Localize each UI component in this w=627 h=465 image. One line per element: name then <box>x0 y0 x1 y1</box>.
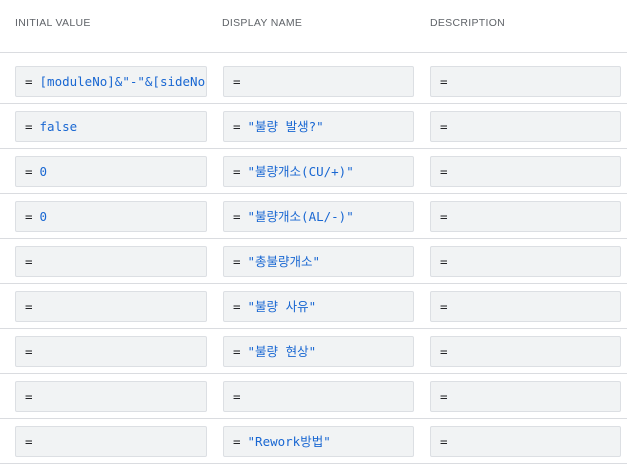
initial-value-field[interactable]: = <box>15 426 207 457</box>
display-name-field[interactable]: = "불량 사유" <box>223 291 414 322</box>
initial-value-field[interactable]: = 0 <box>15 156 207 187</box>
table-row: = = "총불량개소" = <box>0 239 627 284</box>
description-field[interactable]: = <box>430 336 621 367</box>
description-field[interactable]: = <box>430 246 621 277</box>
display-name-field[interactable]: = "총불량개소" <box>223 246 414 277</box>
description-field[interactable]: = <box>430 381 621 412</box>
display-name-field[interactable]: = "Rework방법" <box>223 426 414 457</box>
display-name-field[interactable]: = "불량 현상" <box>223 336 414 367</box>
table-header: INITIAL VALUE DISPLAY NAME DESCRIPTION <box>0 0 627 44</box>
table-row: = = = <box>0 374 627 419</box>
display-name-field[interactable]: = "불량개소(AL/-)" <box>223 201 414 232</box>
initial-value-field[interactable]: = [moduleNo]&"-"&[sideNo] <box>15 66 207 97</box>
initial-value-field[interactable]: = <box>15 381 207 412</box>
table-row: = false = "불량 발생?" = <box>0 104 627 149</box>
initial-value-field[interactable]: = <box>15 336 207 367</box>
description-field[interactable]: = <box>430 66 621 97</box>
initial-value-field[interactable]: = <box>15 246 207 277</box>
display-name-field[interactable]: = "불량 발생?" <box>223 111 414 142</box>
column-header-initial-value: INITIAL VALUE <box>15 17 91 29</box>
table-row: = = "불량 현상" = <box>0 329 627 374</box>
display-name-field[interactable]: = <box>223 381 414 412</box>
column-header-description: DESCRIPTION <box>430 17 506 29</box>
description-field[interactable]: = <box>430 201 621 232</box>
display-name-field[interactable]: = <box>223 66 414 97</box>
initial-value-field[interactable]: = 0 <box>15 201 207 232</box>
description-field[interactable]: = <box>430 111 621 142</box>
table-row: = [moduleNo]&"-"&[sideNo] = = <box>0 59 627 104</box>
formula-table-body: = = = =[moduleNo]&"-"&[sideNo] = = =fals… <box>0 0 627 465</box>
table-row: = = "불량 사유" = <box>0 284 627 329</box>
description-field[interactable]: = <box>430 291 621 322</box>
description-field[interactable]: = <box>430 426 621 457</box>
table-row: = = "Rework방법" = <box>0 419 627 464</box>
display-name-field[interactable]: = "불량개소(CU/+)" <box>223 156 414 187</box>
table-row: = 0 = "불량개소(CU/+)" = <box>0 149 627 194</box>
description-field[interactable]: = <box>430 156 621 187</box>
column-header-display-name: DISPLAY NAME <box>222 17 303 29</box>
initial-value-field[interactable]: = <box>15 291 207 322</box>
initial-value-field[interactable]: = false <box>15 111 207 142</box>
table-row: = 0 = "불량개소(AL/-)" = <box>0 194 627 239</box>
